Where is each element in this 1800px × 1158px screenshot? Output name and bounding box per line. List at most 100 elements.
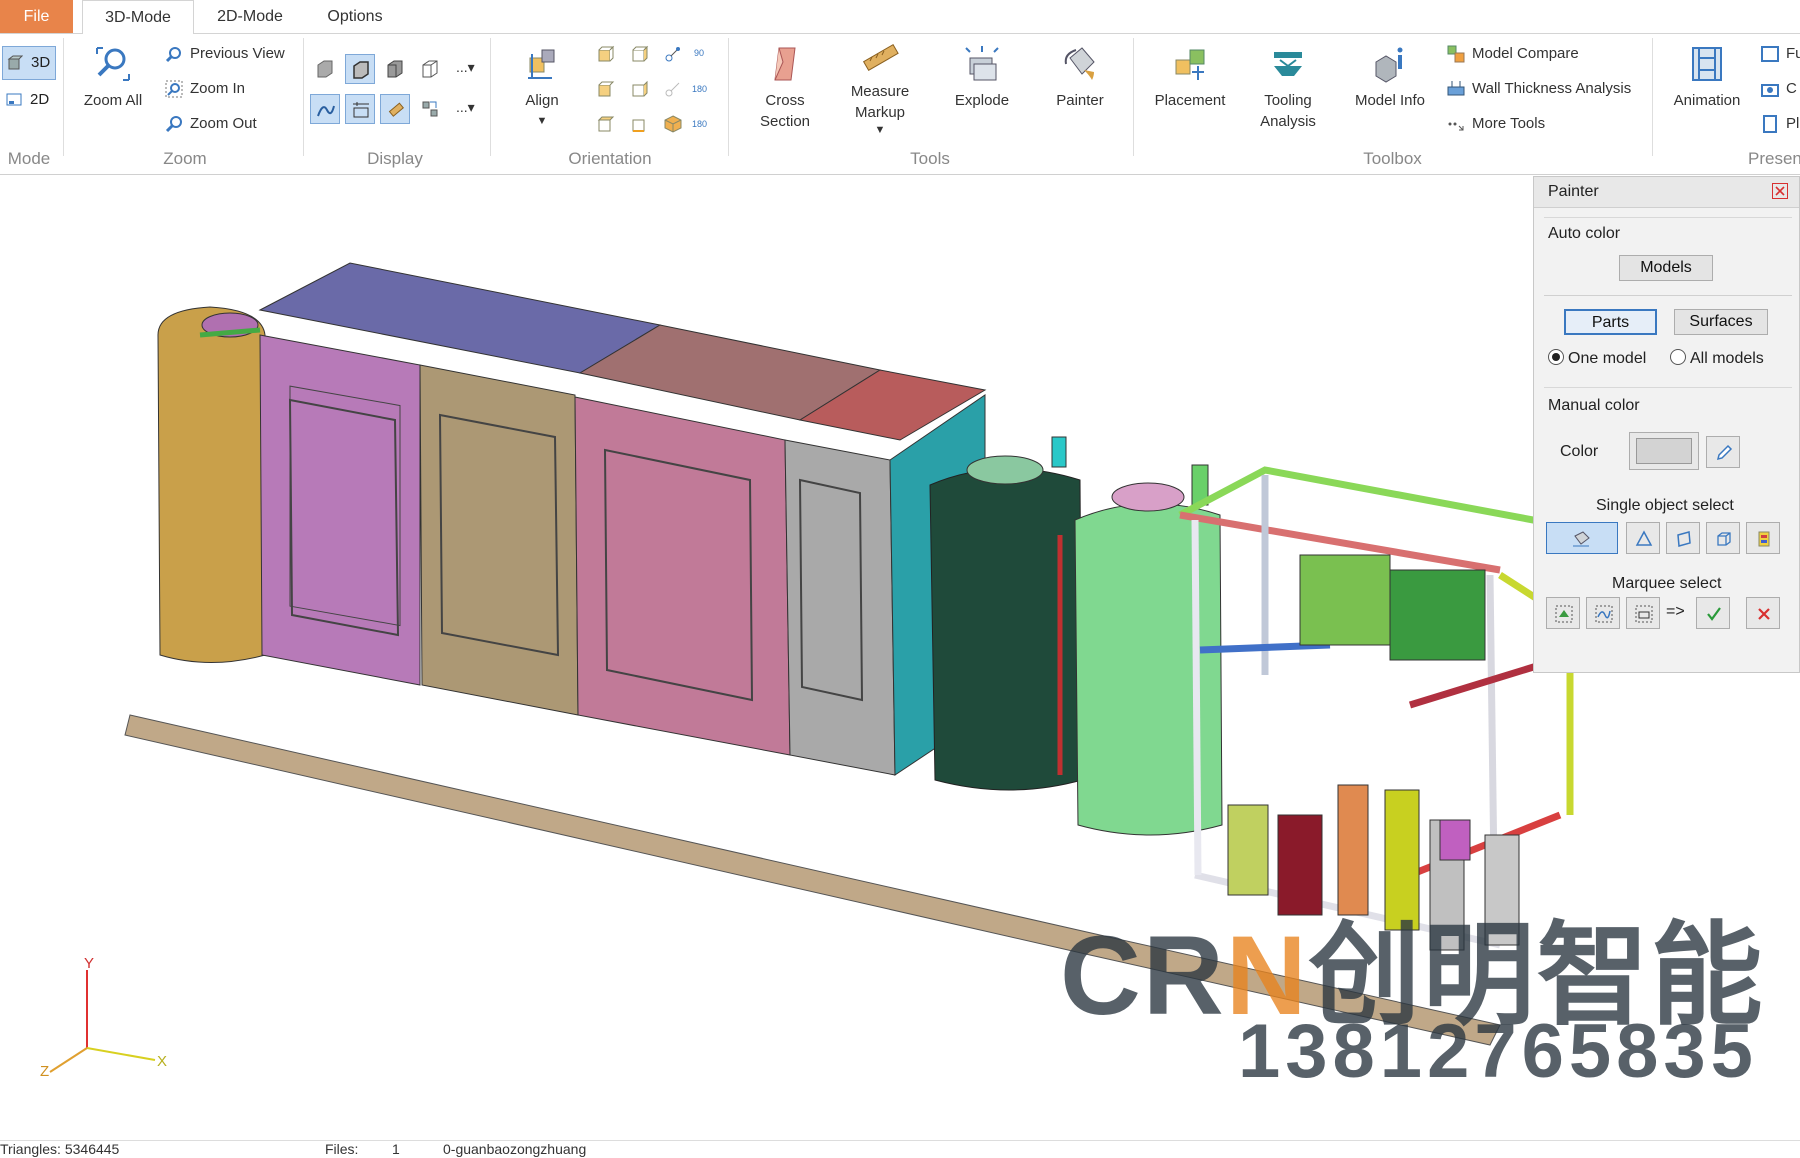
select-color-button[interactable] (1746, 522, 1780, 554)
display-hidden-lines-button[interactable] (380, 54, 410, 84)
zoom-out-button[interactable]: Zoom Out (164, 111, 257, 137)
separator (728, 38, 729, 156)
color-swatch-button[interactable] (1629, 432, 1699, 470)
display-shaded-button[interactable] (310, 54, 340, 84)
display-more-top[interactable]: ...▾ (456, 54, 475, 80)
more-tools-button[interactable]: More Tools (1446, 111, 1545, 137)
view-back-button[interactable] (624, 39, 654, 69)
select-face-button[interactable] (1626, 522, 1660, 554)
view-left-button[interactable] (590, 74, 620, 104)
view-left-icon (598, 81, 615, 97)
rotate-90-button[interactable]: 90 (694, 40, 704, 66)
display-curves-button[interactable] (310, 94, 340, 124)
more-tools-label: More Tools (1472, 115, 1546, 132)
all-models-radio[interactable]: All models (1670, 349, 1764, 368)
display-wireframe-button[interactable] (415, 54, 445, 84)
zoom-out-icon (165, 116, 182, 133)
pump-1 (1227, 804, 1269, 896)
mode-2d-button[interactable]: 2D (2, 84, 56, 118)
model-info-button[interactable]: Model Info (1345, 44, 1435, 111)
present-item-3-label: Pl (1786, 115, 1800, 132)
surfaces-button[interactable]: Surfaces (1674, 309, 1768, 335)
zoom-out-label: Zoom Out (190, 115, 257, 132)
painter-title: Painter (1548, 183, 1599, 200)
status-files-count: 1 (392, 1141, 400, 1157)
one-model-radio[interactable]: One model (1548, 349, 1646, 368)
single-select-label: Single object select (1596, 497, 1734, 514)
group-label-tools: Tools (910, 149, 950, 168)
tab-options[interactable]: Options (310, 0, 400, 33)
zoom-in-button[interactable]: Zoom In (164, 76, 245, 102)
align-button[interactable]: Align ▼ (512, 44, 572, 132)
tooling-analysis-label-1: Tooling (1264, 92, 1312, 109)
rotate-y-button[interactable] (658, 74, 688, 104)
close-icon[interactable] (1772, 183, 1788, 199)
display-explode-button[interactable] (415, 94, 445, 124)
radio-checked-icon (1548, 349, 1564, 365)
display-measure-button[interactable] (380, 94, 410, 124)
status-files-label: Files: (325, 1141, 359, 1157)
present-item-1[interactable]: Fu (1760, 41, 1800, 67)
paint-bucket-icon (1064, 47, 1095, 80)
marquee-curve-icon (1595, 605, 1613, 623)
rotate-90-label: 90 (694, 48, 705, 58)
view-right-icon (632, 80, 648, 97)
select-part-button[interactable] (1546, 522, 1618, 554)
model-compare-button[interactable]: Model Compare (1446, 41, 1579, 67)
flip-180-label: 180 (692, 119, 708, 129)
painter-button[interactable]: Painter (1040, 44, 1120, 111)
marquee-curve-button[interactable] (1586, 597, 1620, 629)
present-item-2[interactable]: C (1760, 76, 1797, 102)
divider (1544, 295, 1792, 296)
flip-180-button[interactable]: 180 (692, 111, 707, 137)
model-compare-icon (1447, 45, 1465, 63)
axis-triad (49, 970, 156, 1073)
marquee-part-icon (1555, 605, 1573, 623)
placement-icon (1175, 49, 1205, 80)
wall-thickness-button[interactable]: Wall Thickness Analysis (1446, 76, 1631, 102)
cross-section-button[interactable]: Cross Section (745, 44, 825, 132)
select-surface-button[interactable] (1666, 522, 1700, 554)
view-front-button[interactable] (590, 39, 620, 69)
rotate-180-button[interactable]: 180 (692, 76, 707, 102)
eyedropper-button[interactable] (1706, 436, 1740, 468)
view-back-icon (632, 45, 649, 62)
view-right-button[interactable] (624, 74, 654, 104)
parts-button[interactable]: Parts (1564, 309, 1657, 335)
models-button[interactable]: Models (1619, 255, 1713, 281)
placement-button[interactable]: Placement (1148, 44, 1232, 111)
view-top-button[interactable] (590, 109, 620, 139)
publish-icon (1763, 115, 1777, 134)
cancel-button[interactable] (1746, 597, 1780, 629)
align-dropdown-icon: ▼ (536, 115, 548, 127)
present-item-3[interactable]: Pl (1760, 111, 1799, 137)
select-body-button[interactable] (1706, 522, 1740, 554)
display-shaded-edges-button[interactable] (345, 54, 375, 84)
tab-2d-mode[interactable]: 2D-Mode (196, 0, 304, 33)
measure-ruler-icon (862, 43, 899, 72)
marquee-part-button[interactable] (1546, 597, 1580, 629)
measure-markup-button[interactable]: Measure Markup ▼ (838, 39, 922, 137)
zoom-all-button[interactable]: Zoom All (74, 44, 152, 111)
animation-button[interactable]: Animation (1662, 44, 1752, 111)
display-more-bottom[interactable]: ...▾ (456, 94, 475, 120)
present-item-1-label: Fu (1786, 45, 1800, 62)
zoom-all-label: Zoom All (83, 92, 143, 109)
tab-3d-mode[interactable]: 3D-Mode (82, 0, 194, 35)
apply-button[interactable] (1696, 597, 1730, 629)
view-bottom-button[interactable] (624, 109, 654, 139)
explode-button[interactable]: Explode (942, 44, 1022, 111)
animation-label: Animation (1673, 92, 1741, 109)
surface-icon (1677, 531, 1691, 547)
tooling-analysis-button[interactable]: Tooling Analysis (1248, 44, 1328, 132)
display-pmi-button[interactable] (345, 94, 375, 124)
mode-3d-button[interactable]: 3D (2, 46, 56, 80)
tab-file[interactable]: File (0, 0, 73, 33)
wall-thickness-icon (1447, 81, 1465, 96)
view-iso-button[interactable] (658, 109, 688, 139)
marquee-pmi-button[interactable] (1626, 597, 1660, 629)
previous-view-button[interactable]: Previous View (164, 41, 285, 67)
rotate-x-button[interactable] (658, 39, 688, 69)
eyedropper-icon (1716, 444, 1733, 461)
hidden-line-cube-icon (387, 60, 403, 78)
